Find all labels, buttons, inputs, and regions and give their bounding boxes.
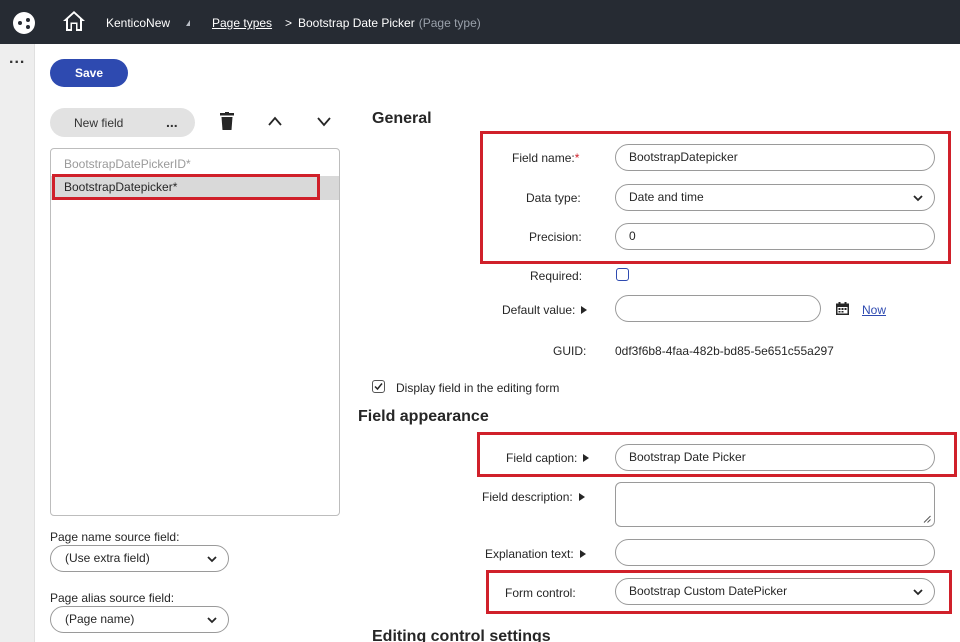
trash-icon[interactable] [220,112,234,130]
new-field-more-icon[interactable]: ... [166,114,178,130]
new-field-button[interactable]: New field ... [50,108,195,137]
now-link[interactable]: Now [862,303,886,317]
expand-arrow-icon[interactable] [578,493,585,501]
new-field-label: New field [74,116,124,130]
explanation-text-label-text: Explanation text: [485,547,574,561]
breadcrumb-page-types-link[interactable]: Page types [212,16,272,30]
chevron-down-icon [207,617,217,624]
calendar-icon[interactable] [836,302,849,315]
page-alias-source-value: (Page name) [65,612,135,626]
page-name-source-label: Page name source field: [50,530,180,544]
required-checkbox[interactable] [616,268,629,281]
chevron-down-icon [207,556,217,563]
checkmark-icon [374,383,383,391]
page-name-source-select[interactable]: (Use extra field) [50,545,229,572]
guid-label: GUID: [553,344,587,358]
breadcrumb-current: Bootstrap Date Picker (Page type) [298,16,481,30]
page-alias-source-label: Page alias source field: [50,591,175,605]
app-logo-icon[interactable] [13,12,35,34]
move-up-icon[interactable] [267,115,283,127]
highlight-box-form-control [486,570,952,614]
default-value-input[interactable] [615,295,821,322]
expand-arrow-icon[interactable] [581,306,588,314]
breadcrumb-current-suffix: (Page type) [418,16,481,30]
field-description-label-text: Field description: [482,490,573,504]
highlight-box-caption [477,432,957,477]
field-appearance-section-title: Field appearance [358,408,489,425]
required-label: Required: [530,269,583,283]
resize-handle-icon[interactable] [923,515,931,523]
field-description-label: Field description: [482,490,585,504]
display-field-label: Display field in the editing form [396,381,560,395]
more-options-icon[interactable]: ... [9,51,25,67]
highlight-box-general [480,131,951,264]
home-icon[interactable] [62,10,86,32]
page-name-source-value: (Use extra field) [65,551,150,565]
move-down-icon[interactable] [316,115,332,127]
breadcrumb-current-title: Bootstrap Date Picker [298,16,415,30]
page-alias-source-select[interactable]: (Page name) [50,606,229,633]
site-caret-icon[interactable] [186,20,190,26]
explanation-text-label: Explanation text: [485,547,586,561]
breadcrumb-site[interactable]: KenticoNew [106,16,170,30]
save-button[interactable]: Save [50,59,128,87]
general-section-title: General [372,110,432,127]
default-value-label: Default value: [502,303,588,317]
highlight-box-field-item [52,174,320,200]
guid-value: 0df3f6b8-4faa-482b-bd85-5e651c55a297 [615,344,834,358]
explanation-text-input[interactable] [615,539,935,566]
breadcrumb-separator: > [285,16,293,30]
display-field-checkbox[interactable] [372,380,385,393]
editing-control-section-title: Editing control settings [372,628,551,642]
field-description-textarea[interactable] [615,482,935,527]
default-value-label-text: Default value: [502,303,576,317]
left-rail: ... [0,44,35,642]
field-list[interactable]: BootstrapDatePickerID* BootstrapDatepick… [50,148,340,516]
top-bar: KenticoNew Page types > Bootstrap Date P… [0,0,960,44]
expand-arrow-icon[interactable] [579,550,586,558]
